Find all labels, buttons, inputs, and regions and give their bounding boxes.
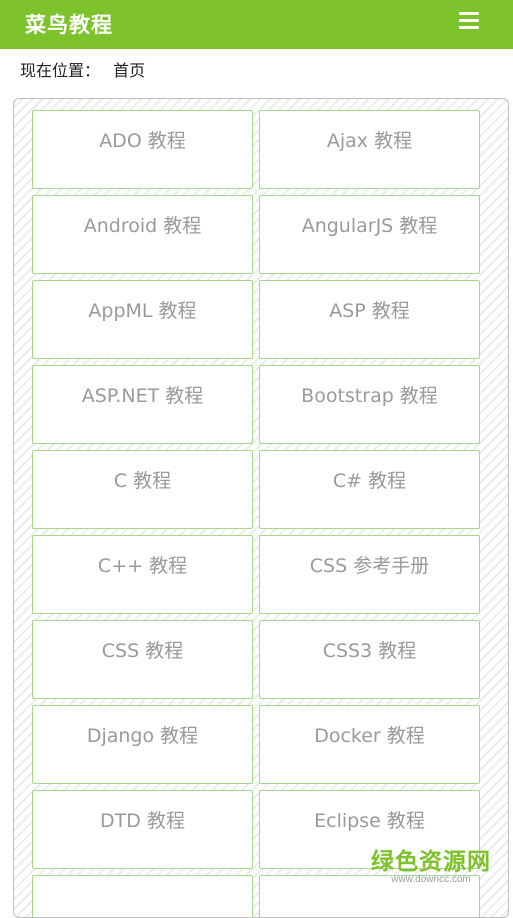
- course-tile[interactable]: Bootstrap 教程: [259, 365, 480, 444]
- app-title: 菜鸟教程: [25, 13, 113, 37]
- course-grid: ADO 教程 Ajax 教程 Android 教程 AngularJS 教程 AppML…: [32, 110, 480, 917]
- course-tile[interactable]: Docker 教程: [259, 705, 480, 784]
- course-tile[interactable]: C# 教程: [259, 450, 480, 529]
- course-tile[interactable]: CSS3 教程: [259, 620, 480, 699]
- watermark: 绿色资源网 www.downcc.com: [371, 842, 491, 885]
- hamburger-menu-icon[interactable]: [459, 12, 479, 29]
- course-tile[interactable]: CSS 参考手册: [259, 535, 480, 614]
- breadcrumb-label: 现在位置：: [20, 61, 101, 80]
- course-tile[interactable]: C 教程: [32, 450, 253, 529]
- top-bar: 菜鸟教程: [0, 0, 513, 49]
- course-tile[interactable]: CSS 教程: [32, 620, 253, 699]
- course-tile[interactable]: ASP 教程: [259, 280, 480, 359]
- breadcrumb: 现在位置： 首页: [20, 57, 145, 81]
- course-tile[interactable]: DTD 教程: [32, 790, 253, 869]
- course-tile[interactable]: Django 教程: [32, 705, 253, 784]
- course-tile[interactable]: ADO 教程: [32, 110, 253, 189]
- course-tile[interactable]: AppML 教程: [32, 280, 253, 359]
- course-tile[interactable]: Ajax 教程: [259, 110, 480, 189]
- watermark-main: 绿色资源网: [371, 849, 491, 875]
- breadcrumb-current[interactable]: 首页: [113, 61, 145, 80]
- course-tile[interactable]: [32, 875, 253, 917]
- course-tile[interactable]: ASP.NET 教程: [32, 365, 253, 444]
- course-tile[interactable]: AngularJS 教程: [259, 195, 480, 274]
- course-tile[interactable]: C++ 教程: [32, 535, 253, 614]
- course-tile[interactable]: Android 教程: [32, 195, 253, 274]
- course-panel: ADO 教程 Ajax 教程 Android 教程 AngularJS 教程 AppML…: [13, 98, 509, 918]
